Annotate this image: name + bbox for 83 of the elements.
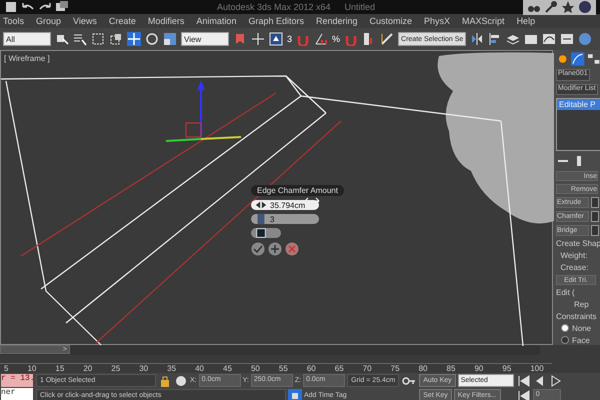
frame-tick-label: 95 — [502, 364, 512, 373]
menu-item[interactable]: Modifiers — [148, 16, 184, 26]
edit-named-selection-icon[interactable] — [380, 32, 394, 46]
snap-label: % — [332, 34, 340, 44]
save-icon[interactable] — [4, 0, 18, 14]
frame-tick-label: 75 — [390, 364, 400, 373]
viewport-label[interactable]: [ Wireframe ] — [4, 54, 50, 63]
frame-tick-label: 80 — [418, 364, 428, 373]
constraint-radio[interactable]: Face — [556, 336, 600, 345]
cancel-icon[interactable] — [285, 242, 299, 256]
frame-tick-label: 90 — [474, 364, 484, 373]
frame-tick-label: 100 — [530, 364, 544, 373]
menu-item[interactable]: Help — [516, 16, 536, 26]
crease-label: Crease: — [559, 263, 590, 272]
stack-item[interactable]: Editable P — [557, 99, 600, 110]
lock-icon[interactable] — [158, 374, 172, 388]
document-title: Untitled — [344, 2, 376, 12]
select-by-name-icon[interactable] — [73, 32, 87, 46]
rectangle-selection-icon[interactable] — [91, 32, 105, 46]
star-icon[interactable] — [561, 0, 575, 14]
layers-icon[interactable] — [506, 32, 520, 46]
settings-box-icon[interactable] — [591, 211, 599, 222]
frame-tick-label: 20 — [83, 364, 92, 373]
chamfer-amount-field[interactable]: 35.794cm — [251, 200, 319, 210]
constraints-label: Constraints — [556, 312, 598, 321]
menu-item[interactable]: PhysX — [424, 16, 450, 26]
play-icon[interactable] — [548, 374, 563, 388]
frame-tick-label: 5 — [4, 364, 8, 373]
settings-box-icon[interactable] — [591, 197, 599, 208]
rollout-title[interactable]: Edit ( — [556, 288, 600, 297]
go-to-start-icon[interactable] — [516, 374, 531, 388]
frame-tick-label: 45 — [223, 364, 232, 373]
frame-tick-label: 55 — [278, 364, 288, 373]
menu-item[interactable]: Graph Editors — [248, 16, 304, 26]
frame-tick-label: 10 — [27, 364, 36, 373]
constraint-radio[interactable]: None — [556, 324, 600, 333]
frame-tick-label: 30 — [139, 364, 148, 373]
coordinate-system-dropdown[interactable]: View — [181, 32, 229, 46]
square-icon — [255, 227, 267, 239]
create-tab-icon[interactable] — [556, 52, 570, 66]
frame-tick-label: 60 — [306, 364, 316, 373]
frame-tick-label: 70 — [362, 364, 372, 373]
segments-icon — [255, 213, 267, 225]
script-listener-field[interactable]: r = 13. — [1, 374, 33, 387]
curve-editor-icon[interactable] — [542, 32, 556, 46]
move-icon[interactable] — [127, 32, 141, 46]
menu-item[interactable]: Animation — [196, 16, 236, 26]
menu-item[interactable]: Customize — [370, 16, 412, 26]
time-tag-icon[interactable] — [288, 388, 302, 400]
scale-icon[interactable] — [163, 32, 177, 46]
frame-tick-label: 15 — [55, 364, 64, 373]
weight-label: Weight: — [559, 251, 588, 260]
segments-field[interactable]: 3 — [251, 214, 319, 224]
frame-tick-label: 65 — [334, 364, 344, 373]
ok-icon[interactable] — [251, 242, 265, 256]
frame-tick-label: 25 — [111, 364, 120, 373]
snap-label: 3 — [287, 34, 292, 44]
angle-snap-icon[interactable] — [314, 32, 328, 46]
rollout-button-label[interactable]: Rep — [556, 300, 600, 309]
menu-item[interactable]: MAXScript — [462, 16, 505, 26]
window-crossing-icon[interactable] — [109, 32, 123, 46]
select-object-icon[interactable] — [55, 32, 69, 46]
settings-box-icon[interactable] — [591, 225, 599, 236]
modify-tab-icon[interactable] — [571, 52, 585, 66]
menu-item[interactable]: Create — [108, 16, 136, 26]
script-listener-field[interactable]: ner — [1, 388, 33, 400]
hierarchy-tab-icon[interactable] — [586, 52, 600, 66]
menu-item[interactable]: Rendering — [316, 16, 358, 26]
selection-filter-dropdown[interactable]: All — [3, 32, 51, 46]
frame-tick-label: 50 — [250, 364, 260, 373]
arrows-icon — [255, 199, 267, 211]
frame-tick-label: 85 — [446, 364, 456, 373]
menu-item[interactable]: Views — [73, 16, 97, 26]
rotate-icon[interactable] — [145, 32, 159, 46]
frame-tick-label: 35 — [167, 364, 176, 373]
open-chamfer-toggle[interactable] — [251, 228, 281, 238]
mirror-icon[interactable] — [470, 32, 484, 46]
menu-item[interactable]: Group — [36, 16, 62, 26]
apply-icon[interactable] — [268, 242, 282, 256]
frame-tick-label: 40 — [195, 364, 204, 373]
window-title: Autodesk 3ds Max 2012 x64 — [216, 2, 331, 12]
menu-item[interactable]: Tools — [3, 16, 24, 26]
caddy-title: Edge Chamfer Amount — [251, 185, 344, 196]
